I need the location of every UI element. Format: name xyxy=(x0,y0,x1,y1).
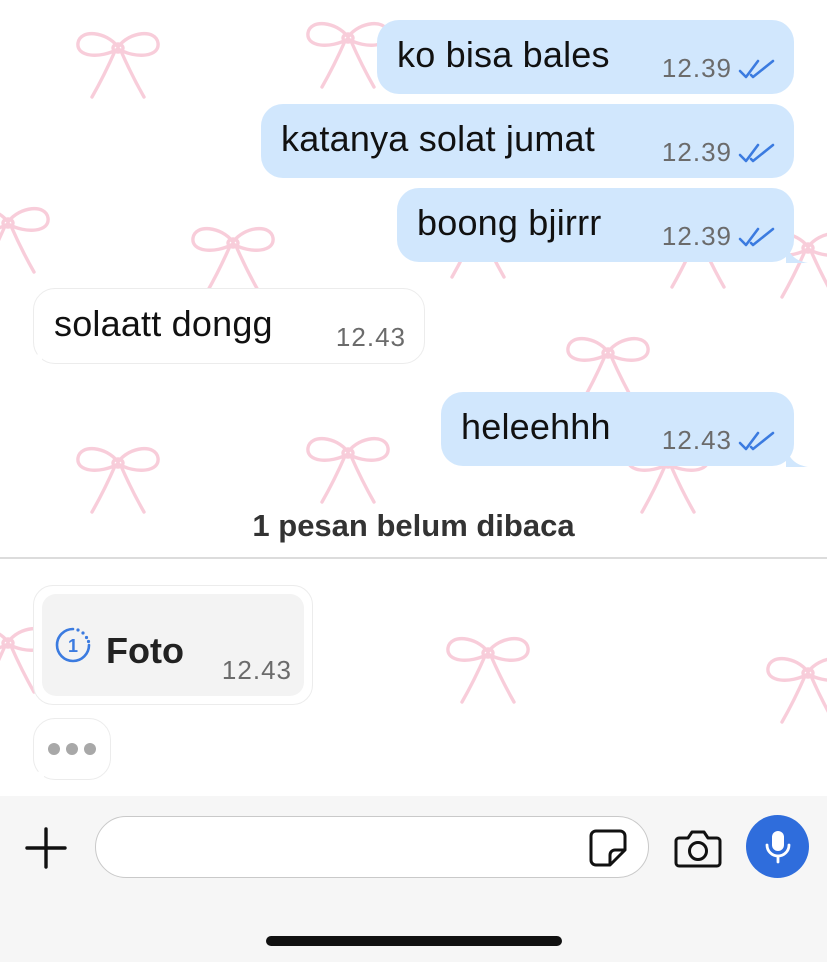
message-time: 12.43 xyxy=(335,322,406,352)
message-bubble-outgoing[interactable]: ko bisa bales 12.39 xyxy=(377,20,794,94)
unread-divider-line xyxy=(0,557,827,559)
message-time: 12.43 xyxy=(221,655,292,685)
svg-text:1: 1 xyxy=(68,636,78,656)
message-bubble-incoming[interactable]: solaatt dongg 12.43 xyxy=(20,288,425,364)
message-meta: 12.43 xyxy=(662,425,776,456)
message-meta: 12.39 xyxy=(662,137,776,168)
message-time: 12.39 xyxy=(661,137,732,167)
message-meta: 12.43 xyxy=(336,322,406,353)
message-time: 12.39 xyxy=(661,53,732,83)
message-meta: 12.39 xyxy=(662,53,776,84)
bubble-tail xyxy=(20,342,42,364)
camera-icon[interactable] xyxy=(674,826,722,870)
message-text: boong bjirrr xyxy=(417,202,602,243)
typing-dot xyxy=(48,743,60,755)
bow-decoration xyxy=(70,25,166,105)
chat-area[interactable]: ko bisa bales 12.39 katanya solat jumat … xyxy=(0,0,827,796)
message-time: 12.39 xyxy=(661,221,732,251)
message-bubble-outgoing[interactable]: katanya solat jumat 12.39 xyxy=(261,104,794,178)
bow-decoration xyxy=(440,630,536,710)
message-text: solaatt dongg xyxy=(54,303,273,344)
bow-decoration xyxy=(300,430,396,510)
message-bubble-outgoing[interactable]: heleehhh 12.43 xyxy=(441,392,808,467)
message-text: heleehhh xyxy=(461,406,611,447)
bubble-tail xyxy=(786,241,808,263)
message-input[interactable] xyxy=(95,816,649,878)
double-check-icon xyxy=(738,431,775,450)
message-bubble-outgoing[interactable]: boong bjirrr 12.39 xyxy=(397,188,808,263)
double-check-icon xyxy=(738,227,775,246)
typing-dot xyxy=(66,743,78,755)
view-once-icon: 1 xyxy=(55,627,91,663)
message-text: ko bisa bales xyxy=(397,34,610,75)
view-once-photo-card[interactable]: 1 Foto 12.43 xyxy=(42,594,304,696)
photo-label: Foto xyxy=(106,630,184,671)
message-time: 12.43 xyxy=(661,425,732,455)
voice-record-button[interactable] xyxy=(746,815,809,878)
view-once-photo-message[interactable]: 1 Foto 12.43 xyxy=(33,585,313,705)
bubble-tail xyxy=(786,445,808,467)
microphone-icon xyxy=(765,830,790,863)
message-meta: 12.39 xyxy=(662,221,776,252)
double-check-icon xyxy=(738,143,775,162)
message-text: katanya solat jumat xyxy=(281,118,595,159)
unread-divider-label: 1 pesan belum dibaca xyxy=(252,508,575,543)
sticker-icon[interactable] xyxy=(588,828,628,868)
bubble-tail xyxy=(22,758,44,780)
typing-indicator xyxy=(22,718,111,780)
plus-icon[interactable] xyxy=(24,826,68,870)
bow-decoration xyxy=(0,200,56,280)
home-indicator xyxy=(266,936,562,946)
typing-dot xyxy=(84,743,96,755)
double-check-icon xyxy=(738,59,775,78)
bow-decoration xyxy=(760,650,827,730)
